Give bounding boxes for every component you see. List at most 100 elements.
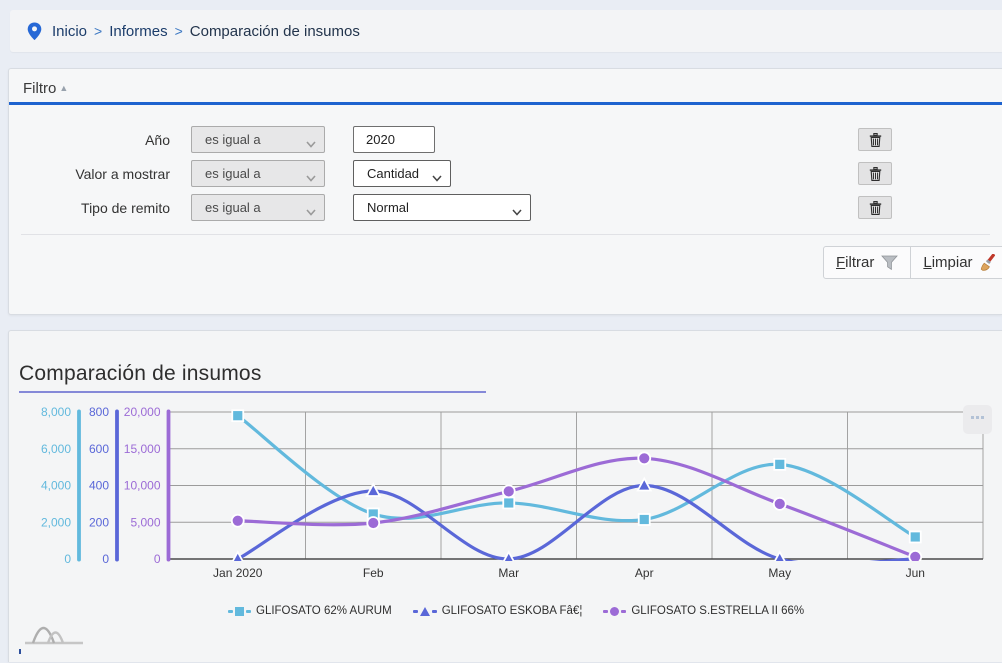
data-point[interactable]	[910, 531, 921, 542]
y-axis-label: 800	[89, 405, 109, 419]
y-axis-bar-1	[115, 410, 119, 562]
x-axis-label: May	[768, 566, 791, 580]
trash-icon	[869, 167, 882, 181]
data-point[interactable]	[639, 514, 650, 525]
y-axis-label: 0	[64, 552, 71, 566]
text-cursor-artifact	[19, 649, 21, 654]
filter-row-ano: Año es igual a	[9, 126, 1002, 153]
data-point[interactable]	[503, 485, 515, 497]
data-point[interactable]	[774, 498, 786, 510]
triangle-up-icon: ▲	[59, 83, 68, 93]
delete-filter-button[interactable]	[858, 162, 892, 185]
chevron-down-icon	[432, 170, 442, 185]
data-point[interactable]	[232, 515, 244, 527]
x-axis-label: Jun	[906, 566, 925, 580]
y-axis-bar-2	[167, 410, 171, 562]
filter-panel: Filtro▲ Año es igual a Valor a mostrar e…	[8, 68, 1002, 315]
square-marker-icon	[228, 607, 251, 616]
y-axis-label: 600	[89, 442, 109, 456]
filtrar-button[interactable]: Filtrar	[823, 246, 911, 279]
y-axis-label: 10,000	[124, 479, 161, 493]
data-point[interactable]	[638, 452, 650, 464]
value-select-remito[interactable]: Normal	[353, 194, 531, 221]
limpiar-button[interactable]: Limpiar	[910, 246, 1002, 279]
chevron-down-icon	[306, 170, 316, 185]
operator-value: es igual a	[205, 166, 261, 181]
y-axis-label: 15,000	[124, 442, 161, 456]
circle-marker-icon	[603, 607, 626, 616]
y-axis-label: 2,000	[41, 515, 71, 529]
limpiar-button-label: Limpiar	[923, 254, 972, 271]
y-axis-bar-0	[77, 410, 81, 562]
breadcrumb: Inicio > Informes > Comparación de insum…	[10, 10, 1002, 52]
data-point[interactable]	[367, 517, 379, 529]
select-value: Normal	[367, 200, 409, 215]
data-point[interactable]	[909, 551, 921, 563]
chevron-down-icon	[512, 204, 522, 219]
chart-legend: GLIFOSATO 62% AURUM GLIFOSATO ESKOBA Fâ€¦…	[228, 605, 804, 617]
data-point[interactable]	[774, 459, 785, 470]
filter-row-label: Tipo de remito	[9, 200, 181, 216]
waves-sketch-icon	[23, 621, 87, 647]
year-input[interactable]	[353, 126, 435, 153]
chevron-down-icon	[306, 204, 316, 219]
operator-select-disabled: es igual a	[191, 160, 325, 187]
y-axis-label: 5,000	[130, 515, 160, 529]
filter-row-valor: Valor a mostrar es igual a Cantidad	[9, 160, 1002, 187]
legend-item[interactable]: GLIFOSATO 62% AURUM	[228, 605, 392, 617]
filter-actions: Filtrar Limpiar	[823, 246, 1002, 279]
filter-title-label: Filtro	[23, 80, 56, 97]
select-value: Cantidad	[367, 166, 419, 181]
accent-divider	[9, 102, 1002, 105]
filter-row-remito: Tipo de remito es igual a Normal	[9, 194, 1002, 221]
y-axis-label: 400	[89, 479, 109, 493]
y-axis-label: 20,000	[124, 405, 161, 419]
breadcrumb-current-page: Comparación de insumos	[190, 23, 360, 40]
filter-row-label: Valor a mostrar	[9, 166, 181, 182]
legend-item[interactable]: GLIFOSATO S.ESTRELLA II 66%	[603, 605, 804, 617]
legend-item[interactable]: GLIFOSATO ESKOBA Fâ€¦	[413, 605, 583, 617]
y-axis-label: 200	[89, 515, 109, 529]
x-axis-label: Jan 2020	[213, 566, 263, 580]
value-select-cantidad[interactable]: Cantidad	[353, 160, 451, 187]
x-axis-label: Mar	[498, 566, 519, 580]
operator-select-disabled: es igual a	[191, 194, 325, 221]
y-axis-label: 4,000	[41, 479, 71, 493]
x-axis-label: Apr	[635, 566, 654, 580]
y-axis-label: 6,000	[41, 442, 71, 456]
legend-label: GLIFOSATO S.ESTRELLA II 66%	[631, 605, 804, 617]
data-point[interactable]	[232, 410, 243, 421]
chart-panel: Comparación de insumos 8,0006,0004,0002,…	[8, 330, 1002, 662]
trash-icon	[869, 133, 882, 147]
funnel-icon	[881, 255, 898, 271]
operator-value: es igual a	[205, 200, 261, 215]
data-point[interactable]	[503, 497, 514, 508]
operator-select-disabled: es igual a	[191, 126, 325, 153]
legend-label: GLIFOSATO ESKOBA Fâ€¦	[442, 605, 583, 617]
filter-collapse-header[interactable]: Filtro▲	[23, 80, 68, 97]
breadcrumb-separator: >	[94, 23, 102, 39]
chart-menu-icon	[981, 416, 984, 419]
delete-filter-button[interactable]	[858, 196, 892, 219]
triangle-marker-icon	[413, 607, 437, 616]
chart-context-menu-button[interactable]	[963, 405, 992, 434]
trash-icon	[869, 201, 882, 215]
chart-menu-icon	[976, 416, 979, 419]
filter-row-label: Año	[9, 132, 181, 148]
y-axis-label: 0	[154, 552, 161, 566]
breadcrumb-link-inicio[interactable]: Inicio	[52, 23, 87, 40]
chevron-down-icon	[306, 136, 316, 151]
legend-label: GLIFOSATO 62% AURUM	[256, 605, 392, 617]
filtrar-button-label: Filtrar	[836, 254, 874, 271]
x-axis-label: Feb	[363, 566, 384, 580]
divider	[21, 234, 990, 235]
y-axis-label: 8,000	[41, 405, 71, 419]
map-pin-icon	[27, 22, 42, 41]
breadcrumb-separator: >	[175, 23, 183, 39]
chart-menu-icon	[971, 416, 974, 419]
breadcrumb-link-informes[interactable]: Informes	[109, 23, 167, 40]
broom-icon	[980, 254, 997, 271]
delete-filter-button[interactable]	[858, 128, 892, 151]
operator-value: es igual a	[205, 132, 261, 147]
y-axis-label: 0	[102, 552, 109, 566]
